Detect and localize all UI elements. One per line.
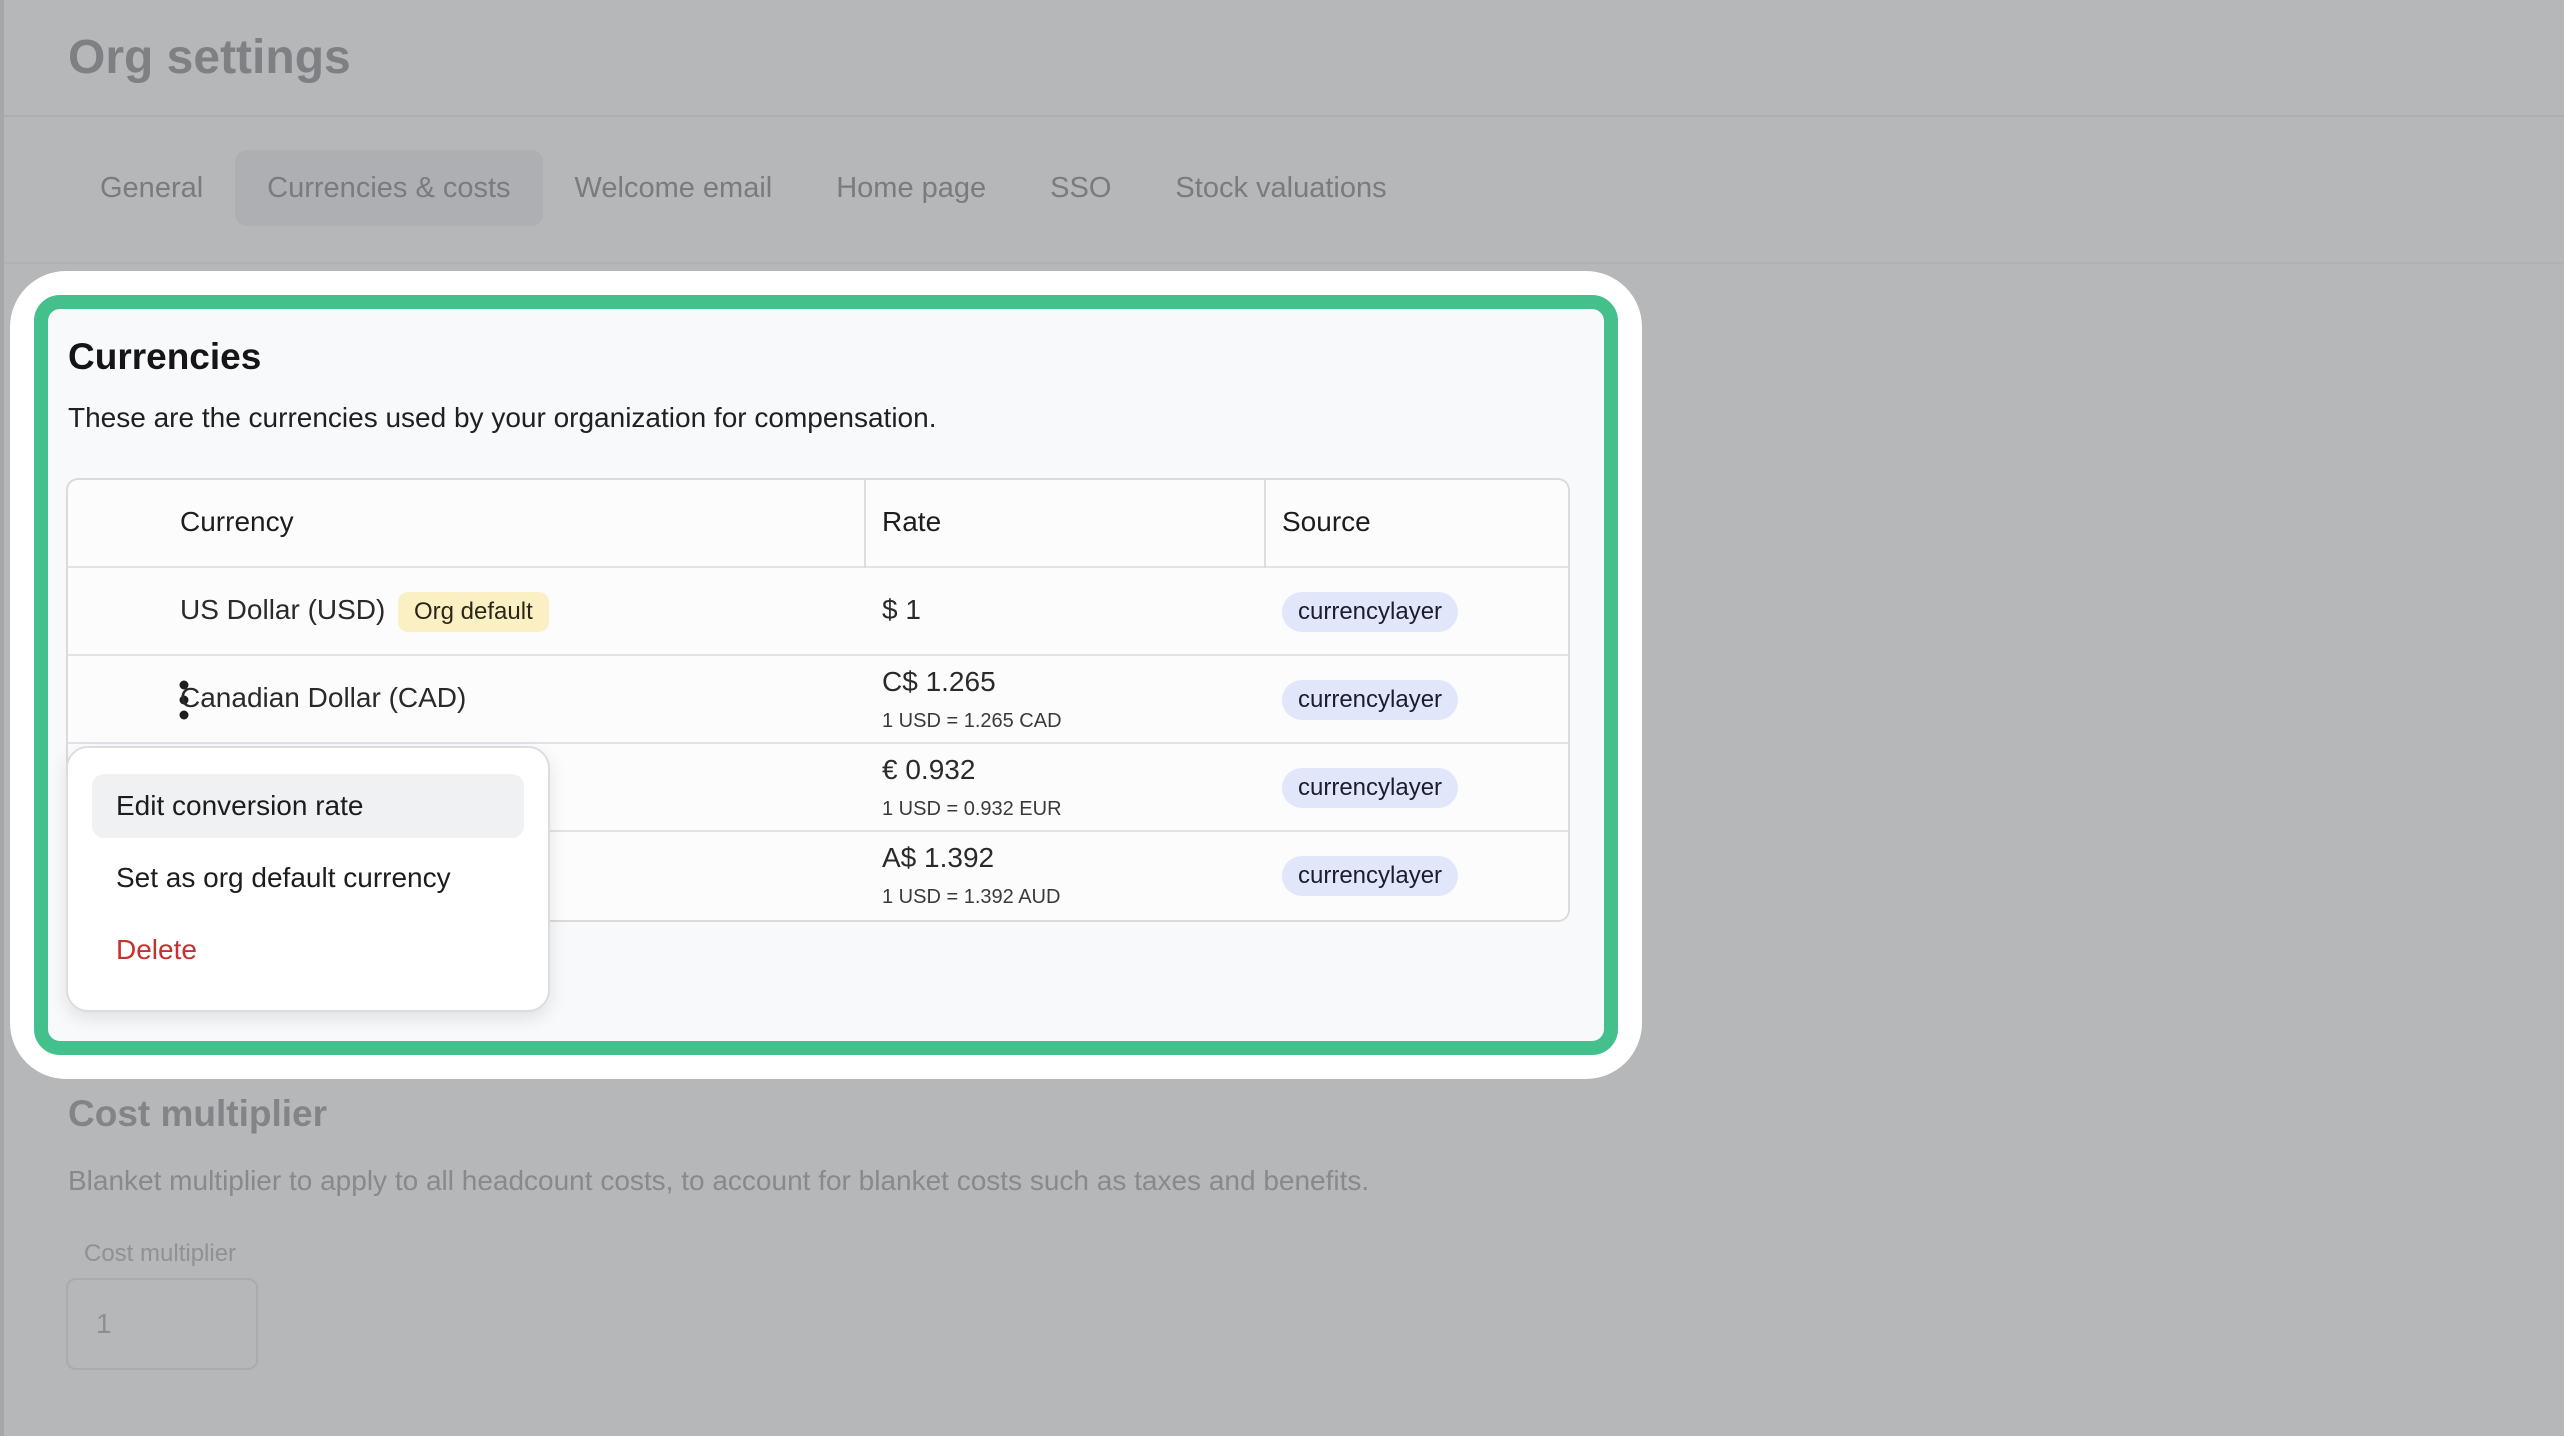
org-default-badge: Org default bbox=[398, 592, 549, 632]
source-badge: currencylayer bbox=[1282, 680, 1459, 720]
column-header-currency: Currency bbox=[180, 506, 294, 537]
currency-rate: A$ 1.392 bbox=[882, 842, 995, 873]
currency-rate: € 0.932 bbox=[882, 754, 976, 785]
tabs-divider bbox=[4, 262, 2564, 264]
source-badge: currencylayer bbox=[1282, 768, 1459, 808]
menu-item-edit-conversion-rate[interactable]: Edit conversion rate bbox=[92, 774, 524, 838]
tab-stock-valuations[interactable]: Stock valuations bbox=[1143, 150, 1418, 226]
source-badge: currencylayer bbox=[1282, 592, 1459, 632]
page-title: Org settings bbox=[68, 31, 351, 84]
currency-rate-detail: 1 USD = 1.392 AUD bbox=[882, 886, 1061, 908]
currency-rate-detail: 1 USD = 1.265 CAD bbox=[882, 710, 1062, 732]
tab-general[interactable]: General bbox=[68, 150, 235, 226]
cost-multiplier-description: Blanket multiplier to apply to all headc… bbox=[68, 1165, 1370, 1196]
column-header-source: Source bbox=[1282, 506, 1371, 537]
table-row: US Dollar (USD) Org default $ 1 currency… bbox=[68, 568, 1568, 656]
currencies-description: These are the currencies used by your or… bbox=[68, 402, 937, 433]
currency-rate: $ 1 bbox=[882, 594, 921, 625]
currency-rate-detail: 1 USD = 0.932 EUR bbox=[882, 798, 1062, 820]
cost-multiplier-title: Cost multiplier bbox=[68, 1093, 328, 1134]
tab-sso[interactable]: SSO bbox=[1018, 150, 1143, 226]
title-divider bbox=[4, 115, 2564, 117]
column-divider bbox=[1264, 480, 1266, 568]
tab-currencies-costs[interactable]: Currencies & costs bbox=[235, 150, 543, 226]
cost-multiplier-label: Cost multiplier bbox=[84, 1240, 237, 1267]
tab-welcome-email[interactable]: Welcome email bbox=[543, 150, 805, 226]
source-badge: currencylayer bbox=[1282, 856, 1459, 896]
table-header-row: Currency Rate Source bbox=[68, 480, 1568, 568]
column-divider bbox=[864, 480, 866, 568]
tab-home-page[interactable]: Home page bbox=[804, 150, 1018, 226]
left-edge bbox=[0, 0, 4, 1436]
settings-tabs: General Currencies & costs Welcome email… bbox=[68, 150, 1419, 226]
menu-item-delete[interactable]: Delete bbox=[92, 918, 524, 982]
table-row: Canadian Dollar (CAD) C$ 1.265 1 USD = 1… bbox=[68, 656, 1568, 744]
currencies-title: Currencies bbox=[68, 336, 262, 377]
currency-rate: C$ 1.265 bbox=[882, 666, 996, 697]
currency-name: US Dollar (USD) bbox=[180, 594, 386, 625]
column-header-rate: Rate bbox=[882, 506, 942, 537]
row-actions-menu: Edit conversion rate Set as org default … bbox=[66, 746, 550, 1012]
currency-name: Canadian Dollar (CAD) bbox=[180, 682, 467, 713]
menu-item-set-default-currency[interactable]: Set as org default currency bbox=[92, 846, 524, 910]
cost-multiplier-input[interactable] bbox=[66, 1278, 258, 1370]
